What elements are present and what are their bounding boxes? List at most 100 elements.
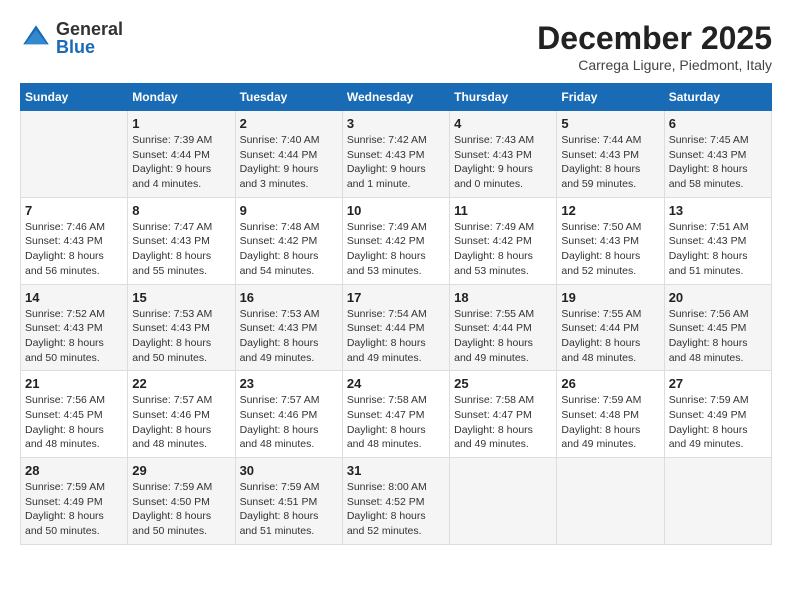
calendar-cell: 1Sunrise: 7:39 AM Sunset: 4:44 PM Daylig… [128,111,235,198]
day-info: Sunrise: 7:46 AM Sunset: 4:43 PM Dayligh… [25,220,123,279]
calendar-cell: 23 Sunrise: 7:57 AM Sunset: 4:46 PM Dayli… [235,371,342,458]
day-info: Sunrise: 7:59 AM Sunset: 4:48 PM Dayligh… [561,393,659,452]
day-number: 26 [561,376,659,391]
calendar-cell: 27 Sunrise: 7:59 AM Sunset: 4:49 PM Dayli… [664,371,771,458]
calendar-week-row: 1Sunrise: 7:39 AM Sunset: 4:44 PM Daylig… [21,111,772,198]
calendar-cell: 11Sunrise: 7:49 AM Sunset: 4:42 PM Dayli… [450,197,557,284]
day-number: 27 [669,376,767,391]
day-number: 16 [240,290,338,305]
header-saturday: Saturday [664,84,771,111]
day-info: Sunrise: 7:42 AM Sunset: 4:43 PM Dayligh… [347,133,445,192]
calendar-week-row: 14 Sunrise: 7:52 AM Sunset: 4:43 PM Dayli… [21,284,772,371]
month-title: December 2025 [537,20,772,57]
day-number: 15 [132,290,230,305]
day-number: 31 [347,463,445,478]
calendar-cell: 12Sunrise: 7:50 AM Sunset: 4:43 PM Dayli… [557,197,664,284]
day-number: 5 [561,116,659,131]
day-number: 28 [25,463,123,478]
day-number: 9 [240,203,338,218]
day-info: Sunrise: 7:53 AM Sunset: 4:43 PM Dayligh… [240,307,338,366]
calendar-cell: 24 Sunrise: 7:58 AM Sunset: 4:47 PM Dayli… [342,371,449,458]
day-info: Sunrise: 7:57 AM Sunset: 4:46 PM Dayligh… [240,393,338,452]
day-number: 10 [347,203,445,218]
calendar-cell: 10 Sunrise: 7:49 AM Sunset: 4:42 PM Dayli… [342,197,449,284]
day-number: 30 [240,463,338,478]
calendar-cell: 5 Sunrise: 7:44 AM Sunset: 4:43 PM Daylig… [557,111,664,198]
calendar-cell: 9 Sunrise: 7:48 AM Sunset: 4:42 PM Daylig… [235,197,342,284]
calendar-cell: 14 Sunrise: 7:52 AM Sunset: 4:43 PM Dayli… [21,284,128,371]
calendar-cell: 6Sunrise: 7:45 AM Sunset: 4:43 PM Daylig… [664,111,771,198]
day-number: 21 [25,376,123,391]
day-number: 20 [669,290,767,305]
calendar-cell [664,458,771,545]
day-number: 19 [561,290,659,305]
page-header: General Blue December 2025 Carrega Ligur… [20,20,772,73]
calendar-cell: 28 Sunrise: 7:59 AM Sunset: 4:49 PM Dayli… [21,458,128,545]
calendar-cell: 2Sunrise: 7:40 AM Sunset: 4:44 PM Daylig… [235,111,342,198]
day-info: Sunrise: 7:47 AM Sunset: 4:43 PM Dayligh… [132,220,230,279]
header-thursday: Thursday [450,84,557,111]
calendar-cell: 8 Sunrise: 7:47 AM Sunset: 4:43 PM Daylig… [128,197,235,284]
day-info: Sunrise: 7:59 AM Sunset: 4:49 PM Dayligh… [25,480,123,539]
day-info: Sunrise: 8:00 AM Sunset: 4:52 PM Dayligh… [347,480,445,539]
day-number: 11 [454,203,552,218]
day-number: 17 [347,290,445,305]
calendar-cell: 25 Sunrise: 7:58 AM Sunset: 4:47 PM Dayli… [450,371,557,458]
day-info: Sunrise: 7:58 AM Sunset: 4:47 PM Dayligh… [454,393,552,452]
day-info: Sunrise: 7:51 AM Sunset: 4:43 PM Dayligh… [669,220,767,279]
day-number: 29 [132,463,230,478]
calendar-cell: 30 Sunrise: 7:59 AM Sunset: 4:51 PM Dayli… [235,458,342,545]
day-info: Sunrise: 7:44 AM Sunset: 4:43 PM Dayligh… [561,133,659,192]
day-info: Sunrise: 7:48 AM Sunset: 4:42 PM Dayligh… [240,220,338,279]
day-info: Sunrise: 7:59 AM Sunset: 4:51 PM Dayligh… [240,480,338,539]
day-info: Sunrise: 7:40 AM Sunset: 4:44 PM Dayligh… [240,133,338,192]
day-info: Sunrise: 7:59 AM Sunset: 4:49 PM Dayligh… [669,393,767,452]
day-number: 13 [669,203,767,218]
calendar-cell: 4Sunrise: 7:43 AM Sunset: 4:43 PM Daylig… [450,111,557,198]
logo-line2: Blue [56,38,123,56]
header-tuesday: Tuesday [235,84,342,111]
calendar-cell: 18 Sunrise: 7:55 AM Sunset: 4:44 PM Dayli… [450,284,557,371]
calendar-week-row: 28 Sunrise: 7:59 AM Sunset: 4:49 PM Dayli… [21,458,772,545]
day-number: 22 [132,376,230,391]
day-info: Sunrise: 7:58 AM Sunset: 4:47 PM Dayligh… [347,393,445,452]
day-info: Sunrise: 7:55 AM Sunset: 4:44 PM Dayligh… [561,307,659,366]
header-monday: Monday [128,84,235,111]
day-info: Sunrise: 7:55 AM Sunset: 4:44 PM Dayligh… [454,307,552,366]
header-wednesday: Wednesday [342,84,449,111]
day-number: 14 [25,290,123,305]
logo-text: General Blue [56,20,123,56]
day-number: 1 [132,116,230,131]
day-number: 23 [240,376,338,391]
calendar-cell: 21Sunrise: 7:56 AM Sunset: 4:45 PM Dayli… [21,371,128,458]
day-info: Sunrise: 7:53 AM Sunset: 4:43 PM Dayligh… [132,307,230,366]
day-number: 24 [347,376,445,391]
day-info: Sunrise: 7:49 AM Sunset: 4:42 PM Dayligh… [347,220,445,279]
calendar-week-row: 21Sunrise: 7:56 AM Sunset: 4:45 PM Dayli… [21,371,772,458]
day-number: 7 [25,203,123,218]
calendar-cell: 3Sunrise: 7:42 AM Sunset: 4:43 PM Daylig… [342,111,449,198]
header-friday: Friday [557,84,664,111]
calendar-cell: 15 Sunrise: 7:53 AM Sunset: 4:43 PM Dayli… [128,284,235,371]
calendar-cell: 19 Sunrise: 7:55 AM Sunset: 4:44 PM Dayli… [557,284,664,371]
day-number: 18 [454,290,552,305]
calendar-cell: 7 Sunrise: 7:46 AM Sunset: 4:43 PM Daylig… [21,197,128,284]
calendar-header-row: SundayMondayTuesdayWednesdayThursdayFrid… [21,84,772,111]
calendar-cell: 31 Sunrise: 8:00 AM Sunset: 4:52 PM Dayli… [342,458,449,545]
title-block: December 2025 Carrega Ligure, Piedmont, … [537,20,772,73]
day-info: Sunrise: 7:52 AM Sunset: 4:43 PM Dayligh… [25,307,123,366]
day-info: Sunrise: 7:56 AM Sunset: 4:45 PM Dayligh… [669,307,767,366]
calendar-cell: 29Sunrise: 7:59 AM Sunset: 4:50 PM Dayli… [128,458,235,545]
calendar-cell: 20 Sunrise: 7:56 AM Sunset: 4:45 PM Dayli… [664,284,771,371]
calendar-cell [450,458,557,545]
header-sunday: Sunday [21,84,128,111]
day-info: Sunrise: 7:54 AM Sunset: 4:44 PM Dayligh… [347,307,445,366]
day-number: 6 [669,116,767,131]
day-number: 8 [132,203,230,218]
logo-line1: General [56,20,123,38]
day-number: 12 [561,203,659,218]
day-number: 25 [454,376,552,391]
day-info: Sunrise: 7:57 AM Sunset: 4:46 PM Dayligh… [132,393,230,452]
day-number: 4 [454,116,552,131]
calendar-table: SundayMondayTuesdayWednesdayThursdayFrid… [20,83,772,545]
